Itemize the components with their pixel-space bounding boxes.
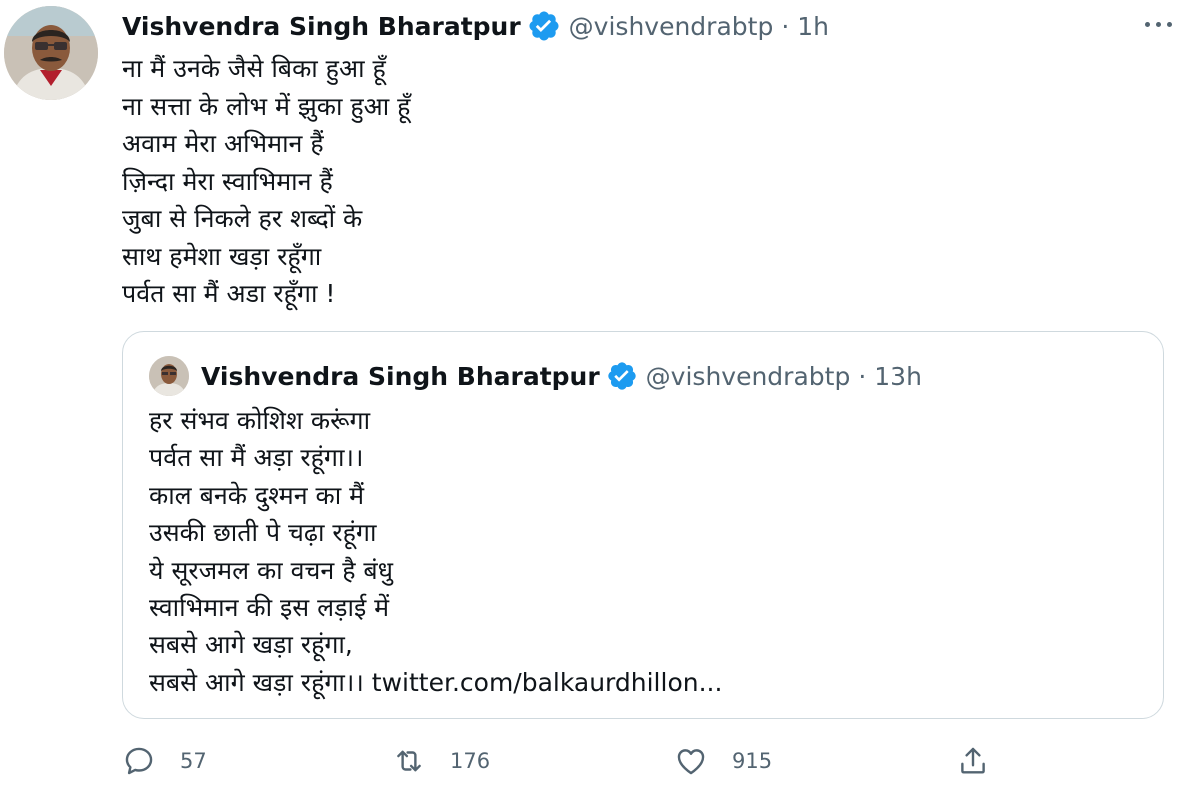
like-icon: [674, 744, 708, 778]
separator-dot: ·: [858, 361, 867, 391]
tweet-line: ना मैं उनके जैसे बिका हुआ हूँ: [122, 54, 386, 83]
quoted-line: पर्वत सा मैं अड़ा रहूंगा।।: [149, 443, 364, 473]
quoted-line: उसकी छाती पे चढ़ा रहूंगा: [149, 518, 377, 548]
tweet-timestamp[interactable]: 1h: [797, 12, 829, 41]
reply-button[interactable]: 57: [122, 738, 207, 784]
tweet-header: Vishvendra Singh Bharatpur @vishvendrabt…: [122, 6, 829, 46]
quoted-tweet-text: हर संभव कोशिश करूंगा पर्वत सा मैं अड़ा र…: [149, 402, 1139, 701]
author-handle[interactable]: @vishvendrabtp: [569, 12, 774, 41]
quoted-line: हर संभव कोशिश करूंगा: [149, 406, 371, 435]
reply-icon: [122, 744, 156, 778]
tweet-actions: 57 176 915: [122, 738, 1182, 788]
verified-badge-icon: [527, 9, 561, 43]
tweet-text: ना मैं उनके जैसे बिका हुआ हूँ ना सत्ता क…: [122, 50, 1152, 313]
tweet-line: अवाम मेरा अभिमान हैं: [122, 129, 324, 158]
quoted-tweet-timestamp: 13h: [874, 361, 922, 391]
quoted-tweet-header: Vishvendra Singh Bharatpur @vishvendrabt…: [149, 356, 922, 396]
like-count: 915: [732, 749, 773, 773]
retweet-count: 176: [450, 749, 491, 773]
quoted-author-name: Vishvendra Singh Bharatpur: [201, 361, 600, 391]
tweet: Vishvendra Singh Bharatpur @vishvendrabt…: [0, 0, 1200, 800]
like-button[interactable]: 915: [674, 738, 772, 784]
author-name[interactable]: Vishvendra Singh Bharatpur: [122, 12, 521, 41]
quoted-line: सबसे आगे खड़ा रहूंगा,: [149, 630, 353, 660]
separator-dot: ·: [781, 11, 790, 41]
quoted-line: स्वाभिमान की इस लड़ाई में: [149, 593, 390, 623]
retweet-icon: [392, 744, 426, 778]
share-icon: [956, 744, 990, 778]
tweet-line: ना सत्ता के लोभ में झुका हुआ हूँ: [122, 91, 411, 121]
tweet-line: पर्वत सा मैं अडा रहूँगा !: [122, 279, 336, 308]
avatar[interactable]: [4, 6, 98, 100]
quoted-author-handle: @vishvendrabtp: [645, 361, 851, 391]
share-button[interactable]: [956, 738, 990, 784]
quoted-line: ये सूरजमल का वचन है बंधु: [149, 555, 394, 585]
retweet-button[interactable]: 176: [392, 738, 490, 784]
quoted-link[interactable]: twitter.com/balkaurdhillon...: [372, 668, 723, 697]
avatar-image: [4, 6, 98, 100]
quoted-line: काल बनके दुश्मन का मैं: [149, 480, 365, 510]
quoted-avatar: [149, 356, 189, 396]
tweet-line: साथ हमेशा खड़ा रहूँगा: [122, 241, 322, 271]
more-icon[interactable]: [1138, 14, 1178, 34]
reply-count: 57: [180, 749, 207, 773]
verified-badge-icon: [606, 360, 638, 392]
quoted-line-last: सबसे आगे खड़ा रहूंगा।। twitter.com/balka…: [149, 664, 1139, 701]
tweet-line: ज़िन्दा मेरा स्वाभिमान हैं: [122, 166, 333, 196]
quoted-line-text: सबसे आगे खड़ा रहूंगा।।: [149, 667, 364, 697]
quoted-tweet[interactable]: Vishvendra Singh Bharatpur @vishvendrabt…: [122, 331, 1164, 719]
tweet-line: जुबा से निकले हर शब्दों के: [122, 204, 363, 233]
